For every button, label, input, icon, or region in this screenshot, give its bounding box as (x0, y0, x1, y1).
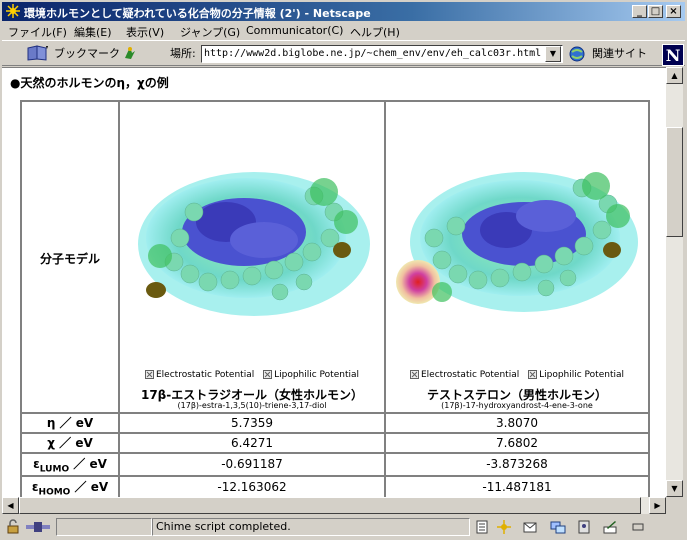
menu-go[interactable]: ジャンプ(G) (180, 24, 240, 40)
horizontal-scroll-thumb[interactable] (19, 497, 641, 514)
bookmark-book-icon[interactable] (26, 44, 50, 62)
hormone-table: 分子モデル Electrostatic Potential Lipophilic… (20, 100, 650, 498)
menu-file[interactable]: ファイル(F) (8, 24, 67, 40)
lumo-unit: ／ eV (69, 457, 107, 471)
maximize-button[interactable]: □ (648, 5, 663, 18)
netscape-window: 環境ホルモンとして疑われている化合物の分子情報 (2') - Netscape … (0, 0, 687, 540)
homo-symbol: ε (31, 480, 39, 494)
progress-field (56, 518, 152, 536)
scroll-left-icon[interactable]: ◀ (2, 497, 19, 514)
eta-estradiol-value: 5.7359 (119, 413, 385, 433)
electrostatic-label: Electrostatic Potential (156, 370, 255, 380)
status-message: Chime script completed. (156, 520, 291, 533)
lumo-estradiol-value: -0.691187 (119, 453, 385, 476)
chi-symbol: χ (47, 436, 55, 450)
scroll-right-icon[interactable]: ▶ (649, 497, 666, 514)
navigator-icon[interactable] (496, 519, 512, 535)
url-input[interactable]: http://www2d.biglobe.ne.jp/~chem_env/env… (201, 45, 563, 63)
testosterone-model-cell: Electrostatic Potential Lipophilic Poten… (385, 101, 649, 413)
netscape-app-icon (6, 4, 20, 18)
testosterone-molecule-model[interactable] (396, 152, 640, 337)
minimize-button[interactable]: _ (632, 5, 647, 18)
vertical-scroll-thumb[interactable] (666, 127, 683, 237)
page-proxy-icon[interactable] (122, 45, 138, 61)
related-sites-icon[interactable] (568, 45, 586, 63)
horizontal-scrollbar[interactable]: ◀ ▶ (2, 497, 666, 514)
lipophilic-label: Lipophilic Potential (539, 370, 624, 380)
chi-unit: ／ eV (54, 436, 93, 450)
menu-bar: ファイル(F) 編集(E) 表示(V) ジャンプ(G) Communicator… (2, 22, 685, 40)
close-button[interactable]: × (666, 5, 681, 18)
estradiol-molecule-model[interactable] (134, 152, 374, 337)
chi-testosterone-value: 7.6802 (385, 433, 649, 453)
eta-testosterone-value: 3.8070 (385, 413, 649, 433)
address-book-icon[interactable] (576, 519, 592, 535)
lumo-subscript: LUMO (39, 464, 70, 475)
connection-status-icon (26, 522, 50, 532)
menu-edit[interactable]: 編集(E) (74, 24, 112, 40)
lipophilic-label: Lipophilic Potential (274, 370, 359, 380)
location-toolbar: ブックマーク 場所: http://www2d.biglobe.ne.jp/~c… (2, 40, 685, 66)
chi-estradiol-value: 6.4271 (119, 433, 385, 453)
scroll-down-icon[interactable]: ▼ (666, 480, 683, 497)
composer-icon[interactable] (602, 519, 618, 535)
homo-unit: ／ eV (70, 480, 109, 494)
electrostatic-checkbox[interactable] (145, 370, 154, 379)
document-icon[interactable] (474, 519, 490, 535)
lumo-symbol: ε (33, 457, 40, 471)
vertical-scrollbar[interactable]: ▲ ▼ (666, 67, 683, 497)
eta-row-label: η ／ eV (21, 413, 119, 433)
lumo-testosterone-value: -3.873268 (385, 453, 649, 476)
estradiol-model-cell: Electrostatic Potential Lipophilic Poten… (119, 101, 385, 413)
estradiol-checkboxes: Electrostatic Potential Lipophilic Poten… (120, 370, 384, 380)
model-row-label-cell: 分子モデル (21, 101, 119, 413)
scroll-up-icon[interactable]: ▲ (666, 67, 683, 84)
netscape-logo[interactable]: N (662, 44, 684, 66)
page-heading: ●天然のホルモンのη，χの例 (10, 76, 169, 90)
component-bar-icon[interactable] (630, 519, 646, 535)
url-dropdown-chevron-down-icon[interactable]: ▼ (545, 46, 561, 62)
title-bar[interactable]: 環境ホルモンとして疑われている化合物の分子情報 (2') - Netscape … (2, 2, 685, 21)
lipophilic-checkbox[interactable] (263, 370, 273, 379)
lipophilic-checkbox[interactable] (528, 370, 538, 379)
mail-icon[interactable] (522, 519, 538, 535)
discussion-groups-icon[interactable] (550, 519, 566, 535)
chi-row-label: χ ／ eV (21, 433, 119, 453)
related-sites-button[interactable]: 関連サイト (592, 45, 647, 61)
homo-subscript: HOMO (38, 487, 71, 498)
status-bar: Chime script completed. (2, 516, 685, 538)
testosterone-checkboxes: Electrostatic Potential Lipophilic Poten… (386, 370, 648, 380)
model-row-label: 分子モデル (39, 252, 100, 266)
homo-row-label: εHOMO ／ eV (21, 476, 119, 498)
lumo-row-label: εLUMO ／ eV (21, 453, 119, 476)
electrostatic-checkbox[interactable] (410, 370, 419, 379)
menu-view[interactable]: 表示(V) (126, 24, 164, 40)
electrostatic-label: Electrostatic Potential (421, 370, 520, 380)
bookmarks-button[interactable]: ブックマーク (54, 45, 120, 61)
estradiol-systematic-name: (17β)-estra-1,3,5(10)-triene-3,17-diol (177, 401, 327, 410)
homo-estradiol-value: -12.163062 (119, 476, 385, 498)
homo-testosterone-value: -11.487181 (385, 476, 649, 498)
location-label: 場所: (170, 47, 196, 60)
window-title: 環境ホルモンとして疑われている化合物の分子情報 (2') - Netscape (24, 7, 371, 20)
menu-communicator[interactable]: Communicator(C) (246, 24, 343, 37)
page-content: ●天然のホルモンのη，χの例 分子モデル Electrostatic Poten… (2, 67, 666, 498)
eta-unit: ／ eV (55, 416, 94, 430)
testosterone-systematic-name: (17β)-17-hydroxyandrost-4-ene-3-one (441, 401, 593, 410)
menu-help[interactable]: ヘルプ(H) (350, 24, 400, 40)
security-lock-icon[interactable] (6, 519, 22, 535)
